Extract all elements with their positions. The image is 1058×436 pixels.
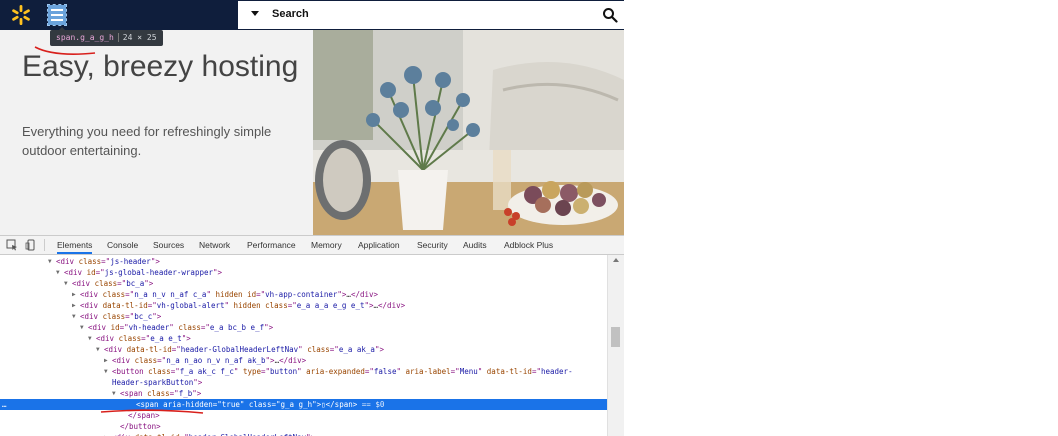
tab-performance[interactable]: Performance <box>247 236 296 254</box>
collapse-triangle-icon[interactable]: ▼ <box>80 322 84 333</box>
dom-node-text: <div class="n_a n_ao n_v n_af ak_b">…</d… <box>112 356 307 365</box>
dom-node[interactable]: </span> <box>0 410 607 421</box>
dom-node[interactable]: </button> <box>0 421 607 432</box>
dom-node[interactable]: ▼ <div class="bc_a"> <box>0 278 607 289</box>
scroll-up-arrow-icon[interactable] <box>613 258 619 262</box>
node-options-icon[interactable]: … <box>2 399 7 410</box>
expand-triangle-icon[interactable]: ▶ <box>104 355 108 366</box>
dom-node[interactable]: ▼ <div id="js-global-header-wrapper"> <box>0 267 607 278</box>
expand-triangle-icon[interactable]: ▶ <box>104 432 108 436</box>
selected-node-marker: == $0 <box>357 400 385 409</box>
site-header: Search <box>0 0 624 30</box>
expand-triangle-icon[interactable]: ▶ <box>72 300 76 311</box>
dom-node[interactable]: ▼ <div class="e_a e_t"> <box>0 333 607 344</box>
collapse-triangle-icon[interactable]: ▼ <box>56 267 60 278</box>
search-input[interactable]: Search <box>238 1 624 29</box>
walmart-spark-logo[interactable] <box>10 4 32 26</box>
dom-node-text: <div class="bc_a"> <box>72 279 154 288</box>
dom-node[interactable]: Header-sparkButton"> <box>0 377 607 388</box>
collapse-triangle-icon[interactable]: ▼ <box>96 344 100 355</box>
red-annotation-underline <box>34 46 96 55</box>
dom-node-text: <div id="js-global-header-wrapper"> <box>64 268 223 277</box>
dom-node[interactable]: ▼ <div id="vh-header" class="e_a bc_b e_f… <box>0 322 607 333</box>
collapse-triangle-icon[interactable]: ▼ <box>112 388 116 399</box>
expand-triangle-icon[interactable]: ▶ <box>72 289 76 300</box>
dom-node-text: <div class="bc_c"> <box>80 312 162 321</box>
devtools-tab-bar: Elements Console Sources Network Performance… <box>0 236 624 255</box>
dom-node-text: <span class="f_b"> <box>120 389 202 398</box>
dom-node-text: Header-sparkButton"> <box>112 378 203 387</box>
tab-network[interactable]: Network <box>199 236 230 254</box>
collapse-triangle-icon[interactable]: ▼ <box>88 333 92 344</box>
dom-node[interactable]: ▼ <div data-tl-id="header-GlobalHeaderLef… <box>0 344 607 355</box>
dom-node-text: </button> <box>120 422 161 431</box>
collapse-triangle-icon[interactable]: ▼ <box>64 278 68 289</box>
hamburger-icon[interactable] <box>47 4 67 26</box>
dom-node-text: <div data-tl-id="vh-global-alert" hidden… <box>80 301 406 310</box>
device-toolbar-icon[interactable] <box>25 239 37 251</box>
tab-memory[interactable]: Memory <box>311 236 342 254</box>
tab-audits[interactable]: Audits <box>463 236 487 254</box>
collapse-triangle-icon[interactable]: ▼ <box>72 311 76 322</box>
search-placeholder: Search <box>272 8 309 20</box>
dom-node[interactable]: ▶ <div data-tl-id="vh-global-alert" hidde… <box>0 300 607 311</box>
browser-viewport: Search Easy, breezy hosting Everything y… <box>0 0 624 436</box>
tab-elements[interactable]: Elements <box>57 236 93 254</box>
red-annotation-underline-devtools <box>100 409 204 414</box>
collapse-triangle-icon[interactable]: ▼ <box>48 256 52 267</box>
dom-node-selected[interactable]: … <span aria-hidden="true" class="g_a g_h… <box>0 399 607 410</box>
tooltip-size: 24 × 25 <box>122 33 157 42</box>
magnifier-icon[interactable] <box>602 7 618 23</box>
dom-node-text: <button class="f_a ak_c f_c" type="butto… <box>112 367 573 376</box>
dom-node[interactable]: ▶ <div class="n_a n_ao n_v n_af ak_b">…</… <box>0 355 607 366</box>
dom-node[interactable]: ▶ <div data-tl-id="header-GlobalHeaderLef… <box>0 432 607 436</box>
tab-console[interactable]: Console <box>107 236 138 254</box>
tab-security[interactable]: Security <box>417 236 448 254</box>
devtools-panel: Elements Console Sources Network Performance… <box>0 235 624 436</box>
elements-tree[interactable]: ▼ <div class="js-header"> ▼ <div id="js-glo… <box>0 255 607 436</box>
dom-node-text: <div id="vh-header" class="e_a bc_b e_f"… <box>88 323 274 332</box>
dom-node[interactable]: ▼ <div class="js-header"> <box>0 256 607 267</box>
dom-node[interactable]: ▶ <div class="n_a n_v n_af c_a" hidden id… <box>0 289 607 300</box>
tab-sources[interactable]: Sources <box>153 236 184 254</box>
dom-node-text: <div class="js-header"> <box>56 257 160 266</box>
dom-node[interactable]: ▼ <div class="bc_c"> <box>0 311 607 322</box>
dom-node-text: <div data-tl-id="header-GlobalHeaderLeft… <box>104 345 384 354</box>
hero-subtitle: Everything you need for refreshingly sim… <box>22 124 272 158</box>
dom-node[interactable]: ▼ <span class="f_b"> <box>0 388 607 399</box>
inspect-element-icon[interactable] <box>6 239 18 251</box>
tab-adblock-plus[interactable]: Adblock Plus <box>504 236 553 254</box>
department-dropdown-icon[interactable] <box>251 11 259 16</box>
collapse-triangle-icon[interactable]: ▼ <box>104 366 108 377</box>
dom-node-text: <div class="n_a n_v n_af c_a" hidden id=… <box>80 290 379 299</box>
elements-scrollbar[interactable] <box>607 255 624 436</box>
dom-node-text: <div data-tl-id="header-GlobalHeaderLeft… <box>112 432 315 436</box>
tooltip-selector: span.g_a_g_h <box>56 33 114 42</box>
scrollbar-thumb[interactable] <box>611 327 620 347</box>
dom-node[interactable]: ▼ <button class="f_a ak_c f_c" type="butt… <box>0 366 607 377</box>
tab-application[interactable]: Application <box>358 236 400 254</box>
dom-node-text: <div class="e_a e_t"> <box>96 334 191 343</box>
hero-photo[interactable] <box>313 30 624 235</box>
